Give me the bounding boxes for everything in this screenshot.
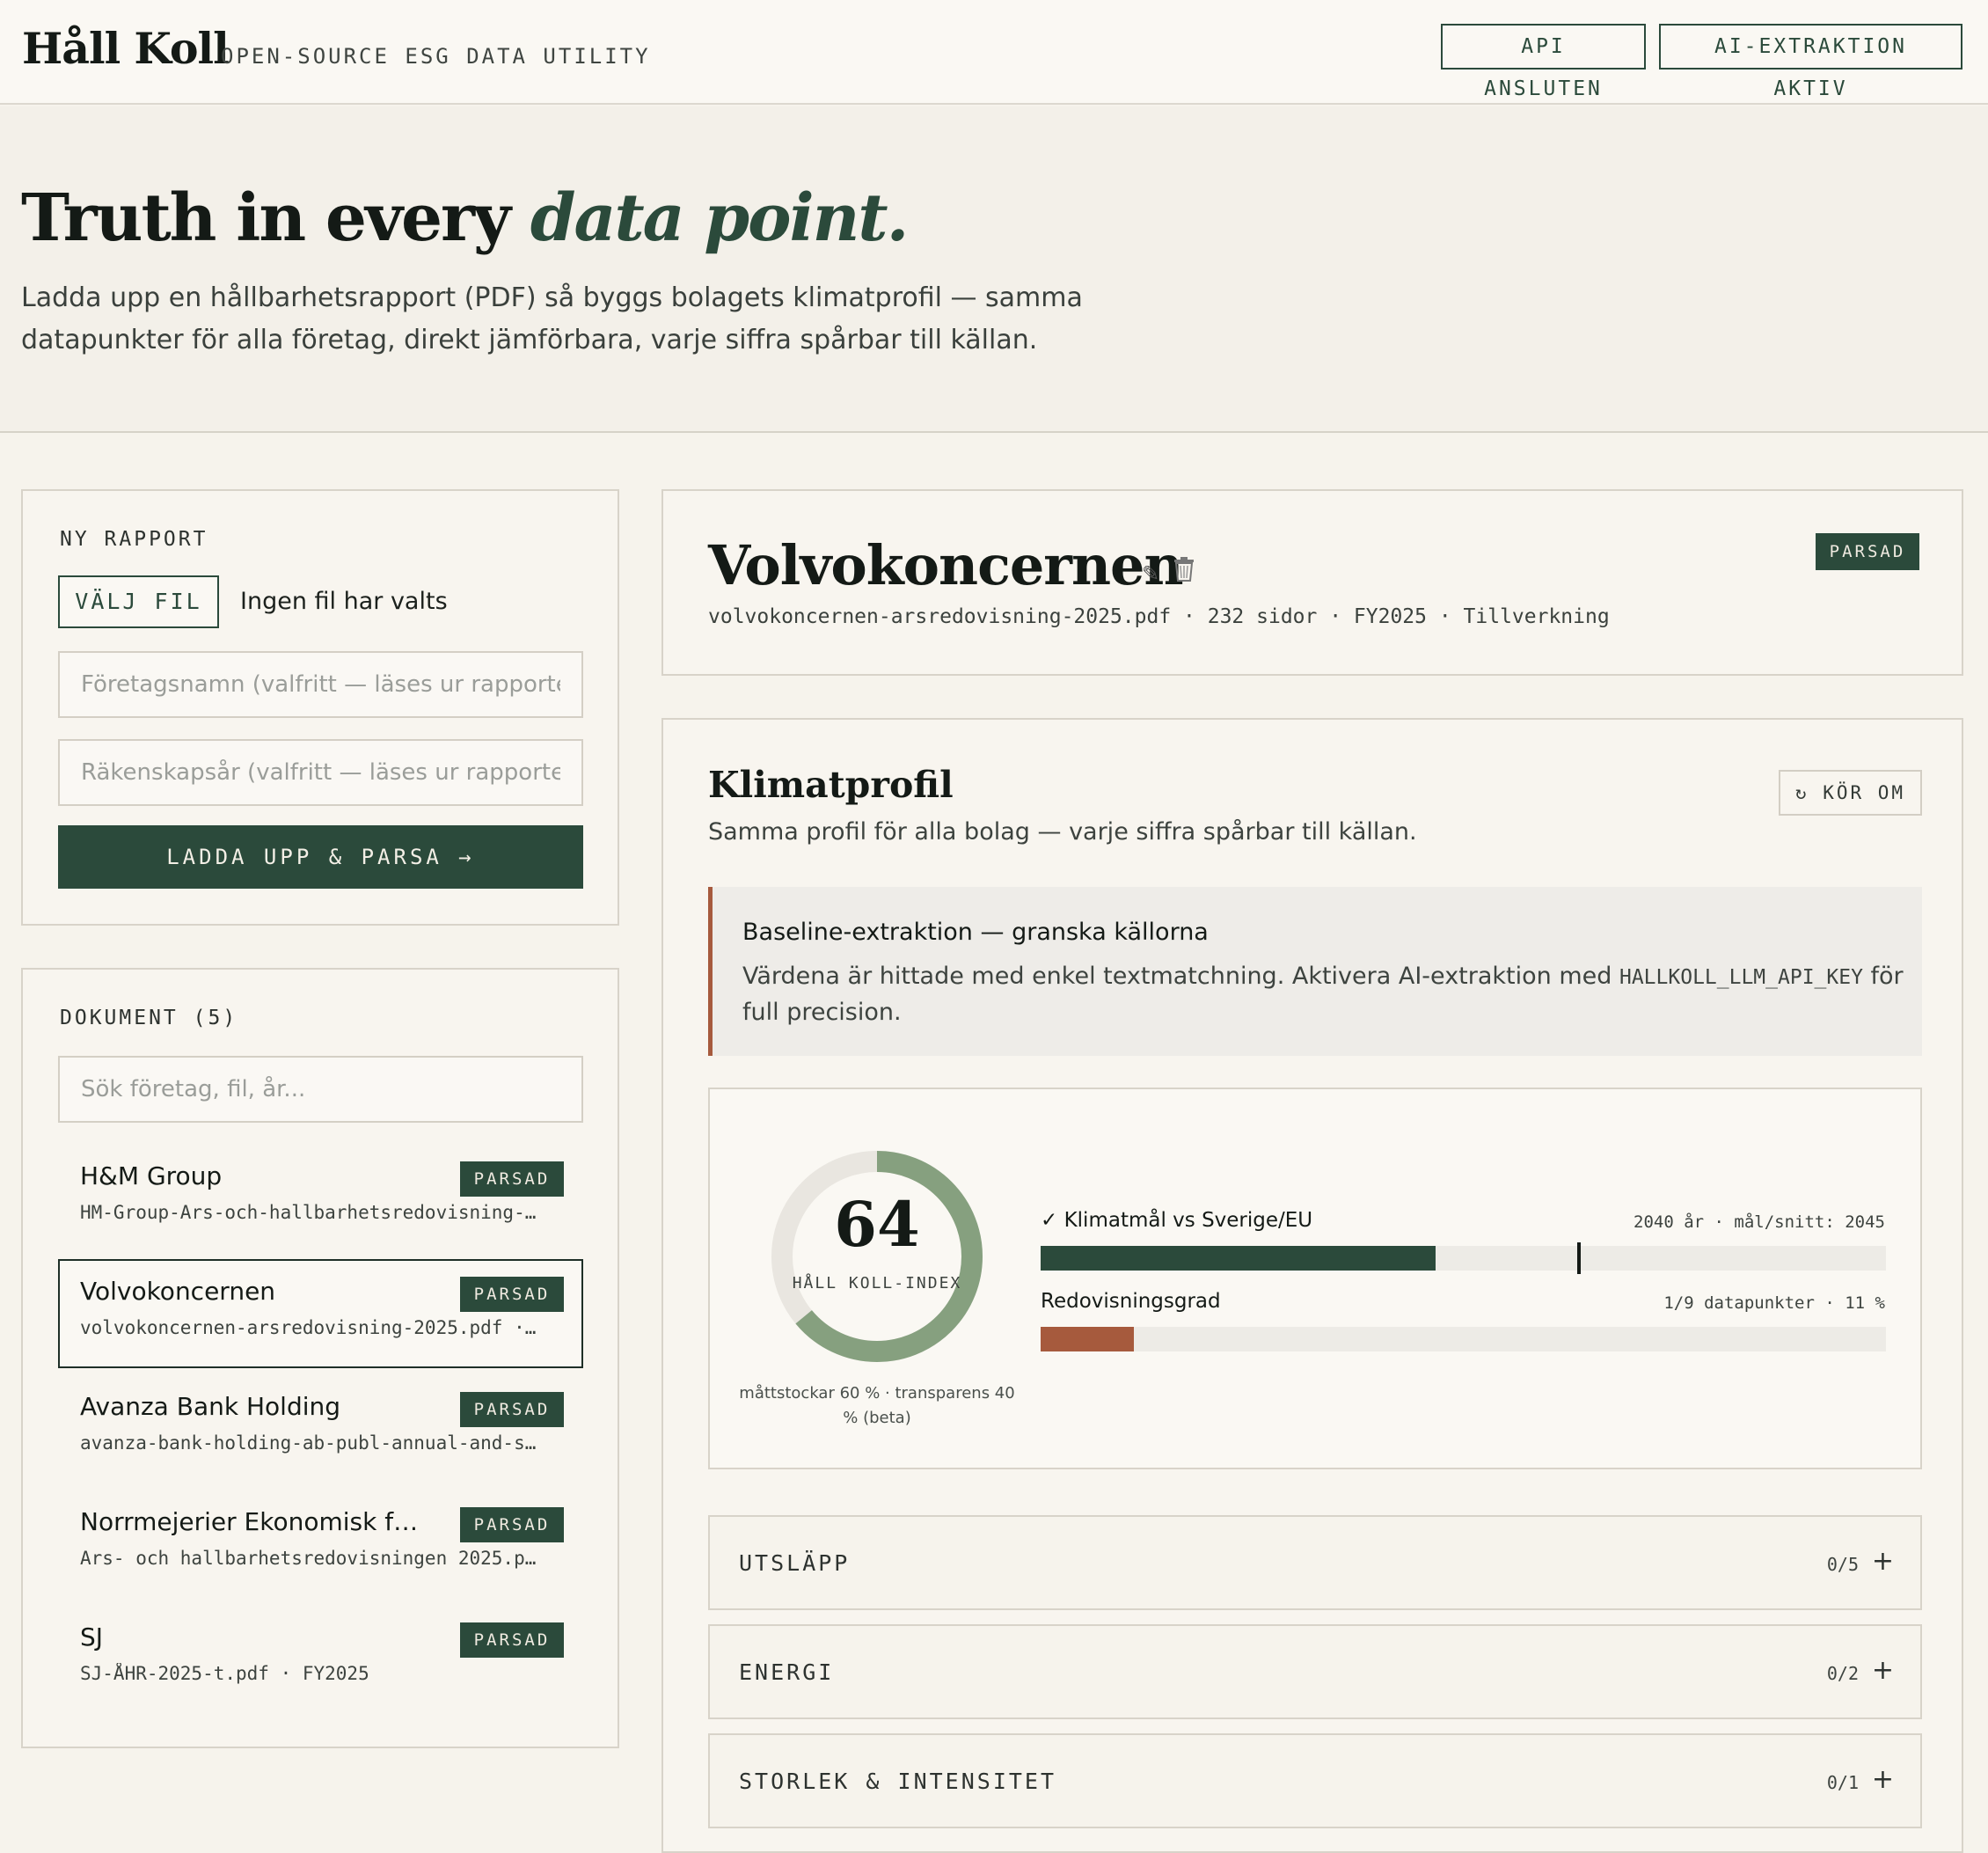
metric-climate-target-detail: 2040 år · mål/snitt: 2045 (1634, 1212, 1885, 1232)
score-gauge: 64 HÅLL KOLL-INDEX (763, 1142, 991, 1371)
metric-disclosure-detail: 1/9 datapunkter · 11 % (1663, 1293, 1885, 1313)
document-name: SJ (80, 1622, 104, 1652)
score-card: 64 HÅLL KOLL-INDEX måttstockar 60 % · tr… (708, 1088, 1922, 1469)
document-item-sj[interactable]: SJ PARSAD SJ-ÅHR-2025-t.pdf · FY2025 (58, 1605, 583, 1714)
document-item-hm[interactable]: H&M Group PARSAD HM-Group-Ars-och-hallba… (58, 1144, 583, 1253)
document-name: Volvokoncernen (80, 1277, 276, 1306)
document-file: Ars- och hallbarhetsredovisningen 2025.p… (80, 1548, 537, 1569)
document-file: volvokoncernen-arsredovisning-2025.pdf ·… (80, 1317, 537, 1338)
document-name: Norrmejerier Ekonomisk föreni… (80, 1507, 432, 1536)
section-count: 0/1 (1826, 1772, 1859, 1793)
brand-tagline: OPEN-SOURCE ESG DATA UTILITY (221, 44, 651, 69)
metric-climate-target-bar (1041, 1242, 1886, 1274)
api-key-code: HALLKOLL_LLM_API_KEY (1619, 966, 1863, 989)
company-status-badge: PARSAD (1816, 533, 1919, 570)
hero-title-accent: data point. (530, 180, 910, 256)
document-item-norrmejerier[interactable]: Norrmejerier Ekonomisk föreni… PARSAD Ar… (58, 1490, 583, 1599)
status-badge: PARSAD (460, 1622, 564, 1658)
metric-climate-target-label: ✓ Klimatmål vs Sverige/EU (1041, 1209, 1313, 1232)
score-value: 64 (834, 1188, 920, 1261)
rerun-button[interactable]: ↻ KÖR OM (1779, 770, 1922, 816)
status-badge: PARSAD (460, 1392, 564, 1427)
plus-icon[interactable]: + (1872, 1546, 1894, 1577)
company-panel: Volvokoncernen ✎ PARSAD volvokoncernen-a… (661, 489, 1963, 676)
section-count: 0/5 (1826, 1554, 1859, 1575)
metric-climate-target-marker (1577, 1242, 1581, 1274)
section-energy[interactable]: ENERGI 0/2 + (708, 1624, 1922, 1719)
section-size-intensity[interactable]: STORLEK & INTENSITET 0/1 + (708, 1733, 1922, 1828)
hero-title-plain: Truth in every (21, 180, 511, 256)
score-note: måttstockar 60 % · transparens 40 % (bet… (739, 1384, 1015, 1427)
notice-title: Baseline-extraktion — granska källorna (742, 919, 1209, 946)
section-count: 0/2 (1826, 1663, 1859, 1684)
section-emissions[interactable]: UTSLÄPP 0/5 + (708, 1515, 1922, 1610)
documents-panel-label: DOKUMENT (5) (60, 1007, 238, 1029)
status-badge: PARSAD (460, 1161, 564, 1197)
score-label: HÅLL KOLL-INDEX (792, 1274, 962, 1293)
file-status-text: Ingen fil har valts (240, 588, 448, 615)
hero-section: Truth in every data point. Ladda upp en … (0, 106, 1988, 433)
section-title: UTSLÄPP (739, 1550, 851, 1576)
pencil-icon[interactable]: ✎ (1142, 561, 1159, 586)
plus-icon[interactable]: + (1872, 1655, 1894, 1686)
hero-title: Truth in every data point. (21, 180, 910, 256)
fiscal-year-input[interactable] (58, 739, 583, 806)
climate-profile-panel: Klimatprofil Samma profil för alla bolag… (661, 718, 1963, 1853)
document-file: SJ-ÅHR-2025-t.pdf · FY2025 (80, 1663, 369, 1684)
upload-panel-label: NY RAPPORT (60, 528, 208, 551)
upload-parse-button[interactable]: LADDA UPP & PARSA → (58, 825, 583, 889)
hero-description: Ladda upp en hållbarhetsrapport (PDF) så… (21, 282, 1083, 355)
baseline-notice: Baseline-extraktion — granska källorna V… (708, 887, 1922, 1056)
ai-extraction-badge: AI-EXTRAKTION AKTIV (1659, 24, 1962, 100)
document-search-input[interactable] (58, 1056, 583, 1123)
section-title: STORLEK & INTENSITET (739, 1769, 1057, 1794)
metric-disclosure-label: Redovisningsgrad (1041, 1290, 1221, 1313)
document-file: HM-Group-Ars-och-hallbarhetsredovisning-… (80, 1202, 537, 1223)
upload-panel: NY RAPPORT VÄLJ FIL Ingen fil har valts … (21, 489, 619, 926)
top-bar: Håll Koll OPEN-SOURCE ESG DATA UTILITY A… (0, 0, 1988, 105)
document-name: H&M Group (80, 1161, 223, 1190)
company-meta: volvokoncernen-arsredovisning-2025.pdf ·… (708, 605, 1610, 628)
climate-profile-subtitle: Samma profil för alla bolag — varje siff… (708, 818, 1417, 846)
brand-logo[interactable]: Håll Koll (22, 23, 230, 74)
climate-profile-title: Klimatprofil (708, 764, 954, 806)
document-name: Avanza Bank Holding (80, 1392, 341, 1421)
api-status-badge: API ANSLUTEN (1441, 24, 1646, 100)
notice-body: Värdena är hittade med enkel textmatchni… (742, 963, 1904, 1026)
document-item-avanza[interactable]: Avanza Bank Holding PARSAD avanza-bank-h… (58, 1374, 583, 1483)
metric-climate-target-fill (1041, 1246, 1436, 1271)
document-item-volvo[interactable]: Volvokoncernen PARSAD volvokoncernen-ars… (58, 1259, 583, 1368)
choose-file-button[interactable]: VÄLJ FIL (58, 575, 219, 628)
document-file: avanza-bank-holding-ab-publ-annual-and-s… (80, 1432, 537, 1454)
metric-disclosure-fill (1041, 1327, 1134, 1351)
company-name-input[interactable] (58, 651, 583, 718)
status-badge: PARSAD (460, 1277, 564, 1312)
plus-icon[interactable]: + (1872, 1764, 1894, 1795)
status-badge: PARSAD (460, 1507, 564, 1542)
trash-icon[interactable] (1172, 556, 1196, 588)
documents-panel: DOKUMENT (5) H&M Group PARSAD HM-Group-A… (21, 968, 619, 1748)
section-title: ENERGI (739, 1659, 835, 1685)
metric-disclosure-bar (1041, 1327, 1886, 1351)
company-name: Volvokoncernen (708, 533, 1184, 597)
